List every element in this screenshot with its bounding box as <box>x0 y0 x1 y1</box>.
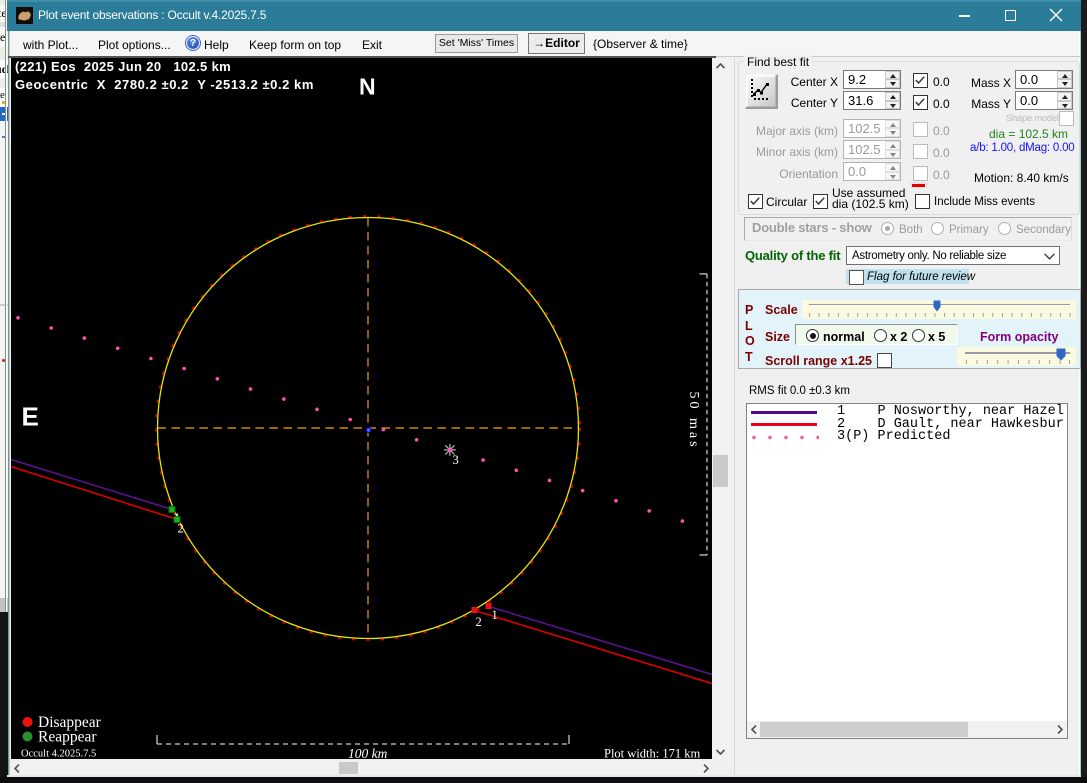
svg-text:100 km: 100 km <box>348 746 388 759</box>
svg-text:E: E <box>22 402 39 432</box>
svg-text:(221) Eos 2025 Jun 20 102.5: (221) Eos 2025 Jun 20 102.5 km <box>15 59 231 74</box>
svg-text:2: 2 <box>178 522 184 536</box>
svg-text:2: 2 <box>476 615 482 629</box>
svg-text:N: N <box>359 74 376 100</box>
svg-text:3: 3 <box>453 453 459 467</box>
svg-text:Occult 4.2025.7.5: Occult 4.2025.7.5 <box>21 749 96 760</box>
svg-text:Reappear: Reappear <box>38 729 97 746</box>
svg-text:50 mas: 50 mas <box>686 392 701 450</box>
svg-text:Geocentric X 2780.2 ±0.2 Y: Geocentric X 2780.2 ±0.2 Y -2513.2 ±0.2 … <box>15 77 314 92</box>
svg-text:Plot width: 171 km: Plot width: 171 km <box>604 747 700 760</box>
svg-text:1: 1 <box>492 608 498 622</box>
